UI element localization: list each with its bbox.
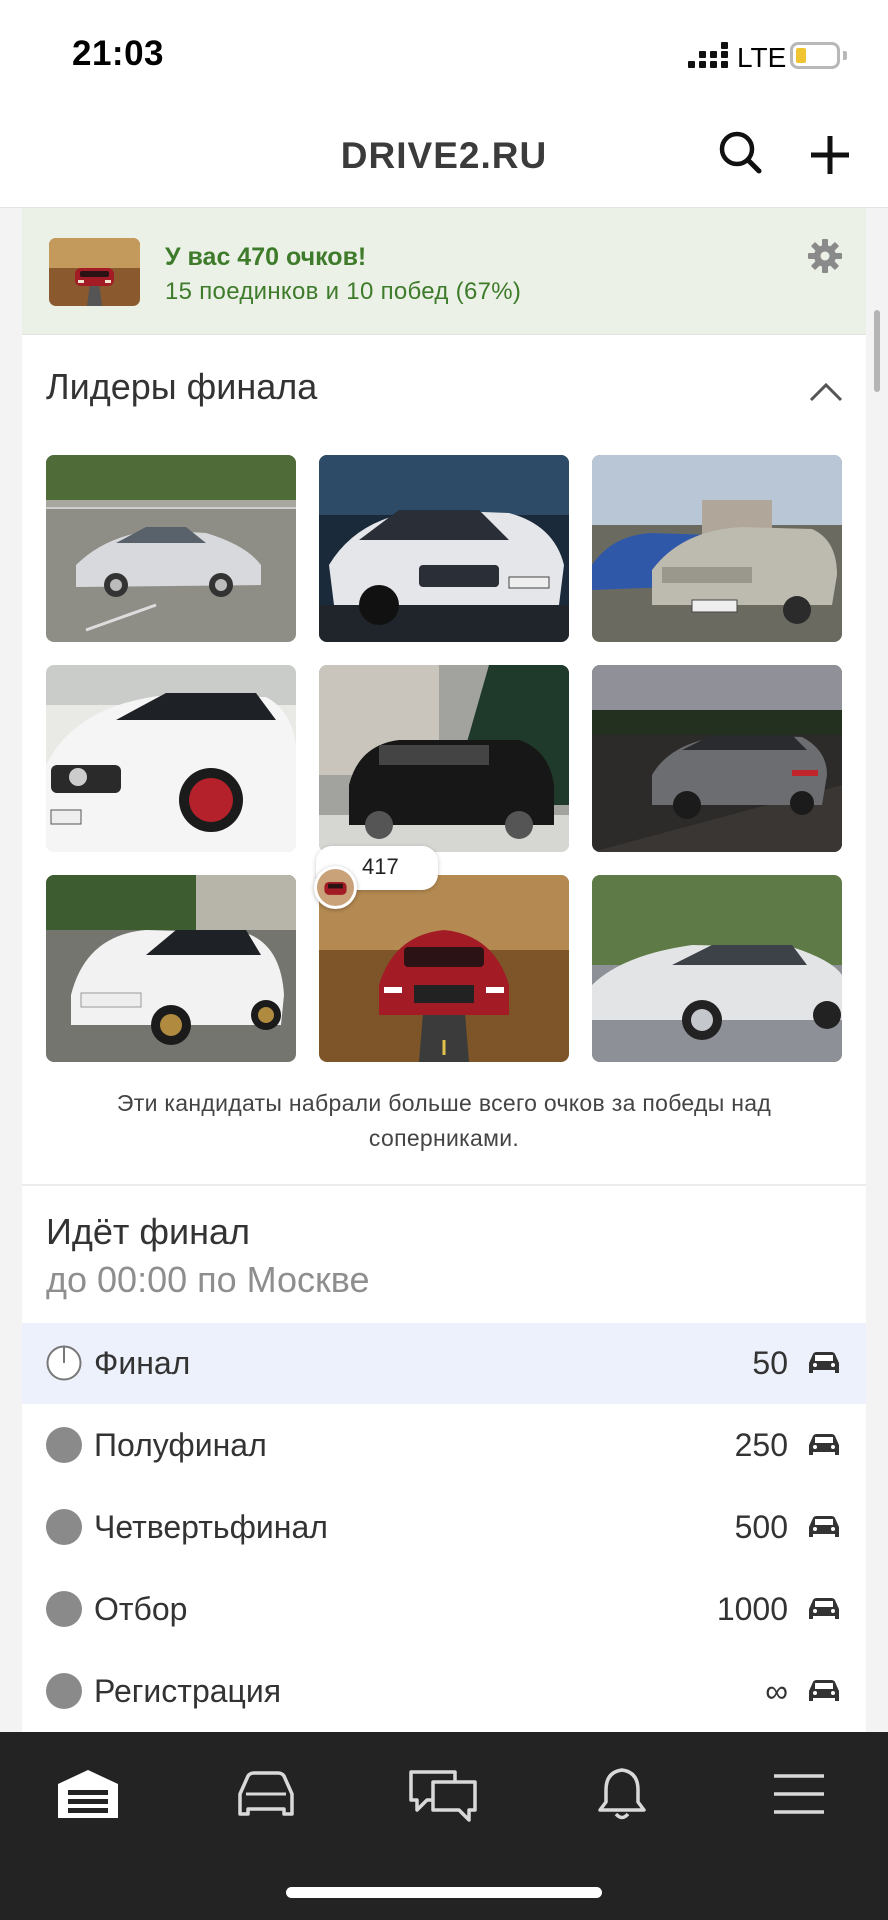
stage-row-selection[interactable]: Отбор 1000 [22,1569,866,1650]
car-icon [809,1434,839,1455]
score-subtitle: 15 поединков и 10 побед (67%) [165,278,522,305]
score-car-thumbnail[interactable] [49,238,140,306]
messages-icon[interactable] [403,1764,483,1824]
leader-photo-2[interactable] [319,455,569,642]
stage-dot [46,1509,82,1545]
garage-icon[interactable] [48,1764,128,1824]
section-divider [22,1184,866,1186]
leaders-title: Лидеры финала [46,366,318,407]
car-icon [809,1680,839,1701]
leader-photo-8[interactable] [319,875,569,1062]
leader-photo-5[interactable] [319,665,569,852]
signal-icon [688,42,730,72]
leader-photo-6[interactable] [592,665,842,852]
status-time: 21:03 [72,34,165,73]
battery-icon [790,42,840,69]
leader-photo-1[interactable] [46,455,296,642]
leader-photo-3[interactable] [592,455,842,642]
network-label: LTE [737,42,787,73]
stage-count: 1000 [716,1591,788,1627]
content-card: У вас 470 очков! 15 поединков и 10 побед… [22,208,866,1732]
leader-photo-9[interactable] [592,875,842,1062]
car-icon [809,1598,839,1619]
voter-avatar[interactable] [314,866,357,909]
car-icon[interactable] [226,1764,306,1824]
leaders-note: Эти кандидаты набрали больше всего очков… [116,1090,772,1151]
stage-row-quarterfinal[interactable]: Четвертьфинал 500 [22,1487,866,1568]
stage-row-registration[interactable]: Регистрация ∞ [22,1651,866,1732]
car-icon [809,1352,839,1373]
stage-count: 500 [734,1509,788,1545]
final-title: Идёт финал [46,1211,251,1252]
menu-icon[interactable] [759,1764,839,1824]
scrollbar[interactable] [874,310,880,392]
stage-dot [46,1673,82,1709]
stage-dot [46,1591,82,1627]
stage-name: Отбор [94,1591,188,1627]
leader-photo-4[interactable] [46,665,296,852]
stage-name: Четвертьфинал [94,1509,328,1545]
stage-name: Регистрация [94,1673,282,1709]
vote-count: 417 [362,854,399,879]
score-title: У вас 470 очков! [165,243,367,271]
chevron-up-icon[interactable] [806,376,846,406]
final-deadline: до 00:00 по Москве [46,1259,370,1300]
stage-row-semifinal[interactable]: Полуфинал 250 [22,1405,866,1486]
stage-row-final[interactable]: Финал 50 [22,1323,866,1404]
stage-count: 50 [752,1345,788,1381]
stage-count: ∞ [765,1673,788,1709]
app-header: DRIVE2.RU [0,105,888,208]
stage-dot [46,1427,82,1463]
bell-icon[interactable] [582,1764,662,1824]
battery-cap [843,51,847,60]
home-indicator [286,1887,602,1898]
stage-count: 250 [734,1427,788,1463]
gear-icon[interactable] [807,238,843,274]
leader-photo-7[interactable] [46,875,296,1062]
plus-icon[interactable] [806,131,854,179]
stage-name: Полуфинал [94,1427,267,1463]
stage-name: Финал [94,1345,191,1381]
progress-clock-icon [46,1345,82,1381]
score-banner[interactable]: У вас 470 очков! 15 поединков и 10 побед… [22,208,866,335]
status-bar: 21:03 LTE [0,0,888,105]
search-icon[interactable] [716,128,766,178]
car-icon [809,1516,839,1537]
